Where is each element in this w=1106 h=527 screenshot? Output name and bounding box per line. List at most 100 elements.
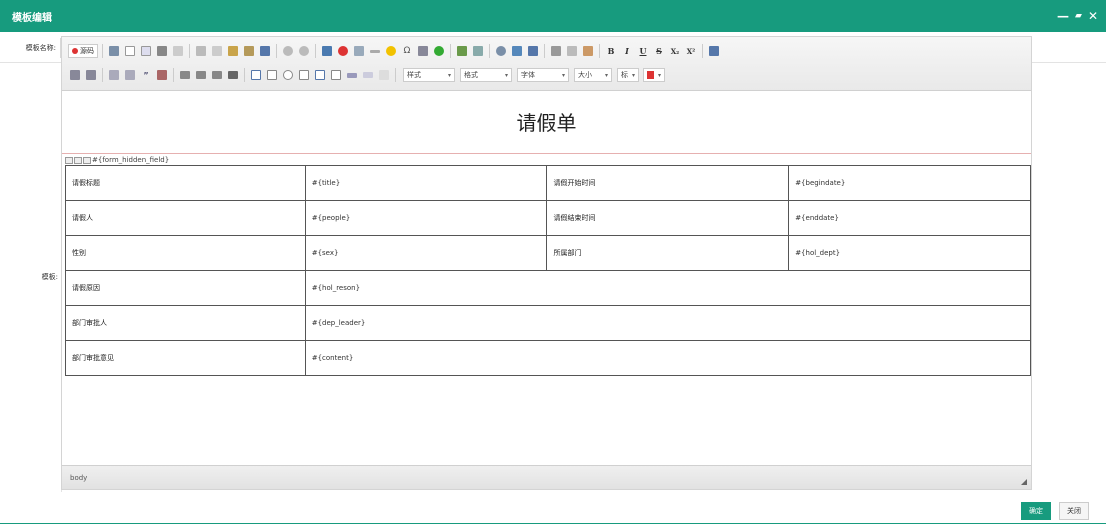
numbered-list-icon[interactable]: [68, 68, 82, 82]
smiley-icon[interactable]: [384, 44, 398, 58]
bullet-list-icon[interactable]: [84, 68, 98, 82]
print-icon[interactable]: [155, 44, 169, 58]
link-icon[interactable]: [549, 44, 563, 58]
strike-button[interactable]: S: [652, 44, 666, 58]
bold-button[interactable]: B: [604, 44, 618, 58]
redo-icon[interactable]: [297, 44, 311, 58]
blockquote-icon[interactable]: ”: [139, 68, 153, 82]
replace-icon[interactable]: [510, 44, 524, 58]
hidden-field-icon[interactable]: [377, 68, 391, 82]
anchor-icon[interactable]: [581, 44, 595, 58]
chevron-down-icon: ▾: [561, 71, 565, 79]
page-break-icon[interactable]: [416, 44, 430, 58]
select-all-icon[interactable]: [352, 44, 366, 58]
minimize-icon[interactable]: —: [1057, 10, 1069, 22]
special-char-icon[interactable]: Ω: [400, 44, 414, 58]
show-blocks-icon[interactable]: [471, 44, 485, 58]
table-cell[interactable]: #{dep_leader}: [304, 305, 1032, 341]
align-justify-icon[interactable]: [226, 68, 240, 82]
outdent-icon[interactable]: [107, 68, 121, 82]
preview-icon[interactable]: [139, 44, 153, 58]
toolbar-row-1: 源码 Ω B I U S X₂ X²: [68, 41, 1027, 61]
paste-icon[interactable]: [226, 44, 240, 58]
table-cell[interactable]: #{begindate}: [788, 165, 1031, 201]
style-select-label: 样式: [407, 71, 421, 79]
editor-content[interactable]: 请假单 #{form_hidden_field} 请假标题 #{title} 请…: [62, 92, 1032, 465]
remove-format-icon[interactable]: [336, 44, 350, 58]
table-cell[interactable]: 请假标题: [65, 165, 306, 201]
restore-icon[interactable]: ▰: [1075, 11, 1082, 21]
indent-icon[interactable]: [123, 68, 137, 82]
text-color-label: 标: [621, 71, 628, 79]
cut-icon[interactable]: [194, 44, 208, 58]
textarea-icon[interactable]: [313, 68, 327, 82]
chevron-down-icon: ▾: [504, 71, 508, 79]
table-row: 部门审批人 #{dep_leader}: [65, 305, 1032, 341]
table-cell[interactable]: #{content}: [304, 340, 1032, 376]
chevron-down-icon: ▾: [604, 71, 608, 79]
font-select[interactable]: 字体 ▾: [517, 68, 569, 82]
table-cell[interactable]: 请假人: [65, 200, 306, 236]
select-field-icon[interactable]: [329, 68, 343, 82]
close-icon[interactable]: ✕: [1088, 10, 1098, 22]
template-label: 模板:: [41, 273, 58, 281]
footer-divider: [0, 523, 1106, 524]
template-name-label: 模板名称:: [25, 44, 56, 52]
close-button[interactable]: 关闭: [1059, 502, 1089, 520]
ok-button[interactable]: 确定: [1021, 502, 1051, 520]
align-center-icon[interactable]: [194, 68, 208, 82]
align-right-icon[interactable]: [210, 68, 224, 82]
source-button[interactable]: 源码: [68, 44, 98, 58]
paste-word-icon[interactable]: [258, 44, 272, 58]
iframe-icon[interactable]: [432, 44, 446, 58]
table-cell[interactable]: #{people}: [304, 200, 548, 236]
format-select[interactable]: 格式 ▾: [460, 68, 512, 82]
table-cell[interactable]: #{enddate}: [788, 200, 1031, 236]
table-cell[interactable]: #{title}: [304, 165, 548, 201]
radio-icon[interactable]: [281, 68, 295, 82]
subscript-button[interactable]: X₂: [668, 44, 682, 58]
section-outline: [62, 153, 1031, 154]
text-color-button[interactable]: 标 ▾: [617, 68, 639, 82]
table-cell[interactable]: 请假结束时间: [546, 200, 790, 236]
unlink-icon[interactable]: [565, 44, 579, 58]
paste-text-icon[interactable]: [242, 44, 256, 58]
new-page-icon[interactable]: [123, 44, 137, 58]
table-icon[interactable]: [526, 44, 540, 58]
size-select[interactable]: 大小 ▾: [574, 68, 612, 82]
table-cell[interactable]: 请假原因: [65, 270, 306, 306]
align-left-icon[interactable]: [178, 68, 192, 82]
div-icon[interactable]: [155, 68, 169, 82]
element-path[interactable]: body: [70, 474, 87, 482]
undo-icon[interactable]: [281, 44, 295, 58]
underline-button[interactable]: U: [636, 44, 650, 58]
textfield-icon[interactable]: [297, 68, 311, 82]
superscript-button[interactable]: X²: [684, 44, 698, 58]
checkbox-icon[interactable]: [265, 68, 279, 82]
bg-color-button[interactable]: ▾: [643, 68, 665, 82]
resize-handle-icon[interactable]: [1021, 479, 1027, 485]
image-button-icon[interactable]: [361, 68, 375, 82]
image-icon[interactable]: [707, 44, 721, 58]
table-cell[interactable]: 部门审批人: [65, 305, 306, 341]
find-icon[interactable]: [320, 44, 334, 58]
table-cell[interactable]: 请假开始时间: [546, 165, 790, 201]
table-row: 部门审批意见 #{content}: [65, 340, 1032, 376]
horizontal-rule-icon[interactable]: [368, 44, 382, 58]
button-field-icon[interactable]: [345, 68, 359, 82]
table-cell[interactable]: #{hol_dept}: [788, 235, 1031, 271]
maximize-icon[interactable]: [455, 44, 469, 58]
table-row: 请假人 #{people} 请假结束时间 #{enddate}: [65, 200, 1031, 236]
copy-icon[interactable]: [210, 44, 224, 58]
italic-button[interactable]: I: [620, 44, 634, 58]
table-cell[interactable]: #{hol_reson}: [304, 270, 1032, 306]
save-icon[interactable]: [107, 44, 121, 58]
table-cell[interactable]: 性别: [65, 235, 306, 271]
table-cell[interactable]: 部门审批意见: [65, 340, 306, 376]
table-cell[interactable]: 所属部门: [546, 235, 790, 271]
search-icon[interactable]: [494, 44, 508, 58]
style-select[interactable]: 样式 ▾: [403, 68, 455, 82]
templates-icon[interactable]: [171, 44, 185, 58]
form-icon[interactable]: [249, 68, 263, 82]
table-cell[interactable]: #{sex}: [304, 235, 548, 271]
